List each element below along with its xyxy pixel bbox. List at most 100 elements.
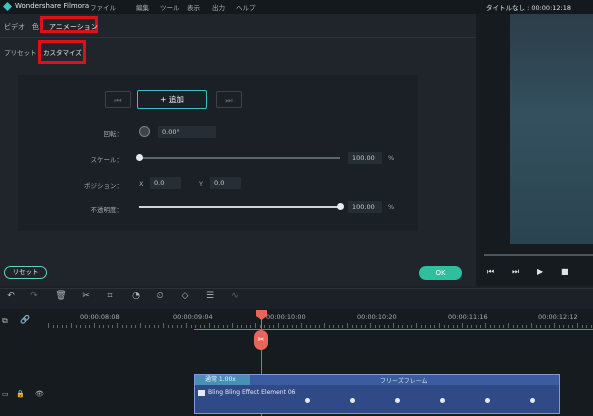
- subtab-preset[interactable]: プリセット: [4, 47, 37, 57]
- scale-label: スケール：: [90, 156, 124, 164]
- timecode: 00:00:11:16: [448, 313, 488, 321]
- menu-export[interactable]: 出力: [212, 2, 225, 12]
- audio-wave-icon[interactable]: ∿: [229, 291, 241, 301]
- reset-button[interactable]: リセット: [4, 266, 47, 279]
- eye-icon[interactable]: 👁: [35, 390, 44, 398]
- clip-name: Bling Bling Effect Element 06: [208, 389, 296, 396]
- ruler-tick: [393, 323, 394, 328]
- scissor-marker-icon[interactable]: ✂: [254, 330, 268, 350]
- crop-icon[interactable]: ⌗: [104, 291, 116, 301]
- rotation-value-field[interactable]: 0.00°: [158, 126, 216, 138]
- ruler-tick: [103, 325, 105, 328]
- preview-progress-bar[interactable]: [484, 254, 593, 256]
- clip-keyframe-dot[interactable]: [530, 398, 535, 403]
- ruler-tick: [328, 325, 330, 328]
- ruler-tick: [406, 325, 408, 328]
- tab-animation[interactable]: アニメーション: [49, 22, 98, 32]
- skip-back-icon[interactable]: ⏮: [487, 267, 494, 277]
- cut-icon[interactable]: ✂: [80, 291, 92, 301]
- scale-slider-thumb[interactable]: [135, 154, 143, 161]
- ruler-tick: [66, 325, 68, 328]
- lock-icon[interactable]: 🔒: [16, 390, 25, 398]
- timecode: 00:00:09:04: [173, 313, 213, 321]
- clip-keyframe-dot[interactable]: [305, 398, 310, 403]
- ruler-tick: [310, 325, 312, 328]
- timecode: 00:00:12:12: [538, 313, 578, 321]
- undo-icon[interactable]: ↶: [5, 291, 17, 301]
- ruler-tick: [471, 325, 473, 328]
- ruler-tick: [107, 325, 109, 328]
- ruler-tick: [75, 325, 77, 328]
- stop-icon[interactable]: ■: [561, 267, 569, 276]
- ruler-tick: [466, 325, 468, 328]
- scale-slider-track[interactable]: [139, 157, 340, 159]
- menu-help[interactable]: ヘルプ: [236, 2, 256, 12]
- ruler-tick: [498, 325, 500, 328]
- ruler-tick: [278, 323, 279, 328]
- ruler-tick: [89, 325, 91, 328]
- ruler-tick: [301, 323, 302, 328]
- tab-video[interactable]: ビデオ: [4, 22, 25, 32]
- add-keyframe-button[interactable]: + 追加: [137, 90, 207, 109]
- ruler-tick: [319, 325, 321, 328]
- ruler-tick: [443, 325, 445, 328]
- link-icon[interactable]: 🔗: [20, 315, 30, 324]
- opacity-value-field[interactable]: 100.00: [348, 201, 382, 213]
- playhead-handle-icon[interactable]: [256, 310, 267, 320]
- prev-keyframe-button[interactable]: ⏮: [105, 91, 131, 108]
- ruler-tick: [480, 325, 482, 328]
- tab-color[interactable]: 色: [32, 22, 39, 32]
- ruler-tick: [121, 325, 123, 328]
- scale-unit: %: [388, 154, 395, 162]
- ruler-tick: [84, 325, 86, 328]
- delete-icon[interactable]: 🗑: [55, 291, 67, 301]
- ok-button[interactable]: OK: [419, 266, 462, 280]
- menu-view[interactable]: 表示: [187, 2, 200, 12]
- ruler-tick: [429, 325, 431, 328]
- speed-badge: 通常 1.00x: [195, 375, 250, 385]
- position-x-field[interactable]: 0.0: [150, 177, 181, 189]
- ruler-tick: [337, 325, 339, 328]
- next-keyframe-button[interactable]: ⏭: [216, 91, 242, 108]
- clip-keyframe-dot[interactable]: [485, 398, 490, 403]
- ruler-tick: [80, 325, 82, 328]
- redo-icon[interactable]: ↷: [28, 291, 40, 301]
- timer-icon[interactable]: ⏲: [154, 291, 166, 301]
- step-forward-icon[interactable]: ⏭: [512, 267, 519, 277]
- ruler-tick: [245, 325, 247, 328]
- ruler-tick: [163, 323, 164, 328]
- clip-keyframe-dot[interactable]: [350, 398, 355, 403]
- ruler-tick: [374, 325, 376, 328]
- subtab-customize[interactable]: カスタマイズ: [43, 47, 82, 57]
- ruler-tick: [554, 323, 555, 328]
- keyframe-icon[interactable]: ◇: [179, 291, 191, 301]
- ruler-tick: [590, 325, 592, 328]
- ruler-tick: [531, 323, 532, 328]
- position-y-field[interactable]: 0.0: [210, 177, 241, 189]
- track-visibility-icon[interactable]: ▭: [2, 390, 9, 398]
- clip-keyframe-dot[interactable]: [440, 398, 445, 403]
- ruler-tick: [227, 325, 229, 328]
- clip-keyframe-dot[interactable]: [395, 398, 400, 403]
- ruler-tick: [535, 325, 537, 328]
- speed-icon[interactable]: ◔: [130, 291, 142, 301]
- position-y-label: Y: [199, 180, 203, 188]
- ruler-tick: [130, 325, 132, 328]
- ruler-tick: [342, 325, 344, 328]
- opacity-unit: %: [388, 203, 395, 211]
- menu-edit[interactable]: 編集: [136, 2, 149, 12]
- add-track-icon[interactable]: ⧉: [2, 316, 8, 326]
- adjust-icon[interactable]: ☰: [204, 291, 216, 301]
- ruler-tick: [388, 325, 390, 328]
- rotation-dial[interactable]: [139, 126, 150, 137]
- ruler-tick: [521, 325, 523, 328]
- menu-tools[interactable]: ツール: [160, 2, 180, 12]
- menu-file[interactable]: ファイル: [90, 2, 116, 12]
- freeze-frame-label: フリーズフレーム: [380, 378, 428, 385]
- tab-divider: [0, 37, 476, 38]
- scale-value-field[interactable]: 100.00: [348, 152, 382, 164]
- opacity-slider-thumb[interactable]: [336, 203, 344, 210]
- ruler-tick: [558, 325, 560, 328]
- ruler-tick: [98, 325, 100, 328]
- play-icon[interactable]: ▶: [537, 267, 543, 276]
